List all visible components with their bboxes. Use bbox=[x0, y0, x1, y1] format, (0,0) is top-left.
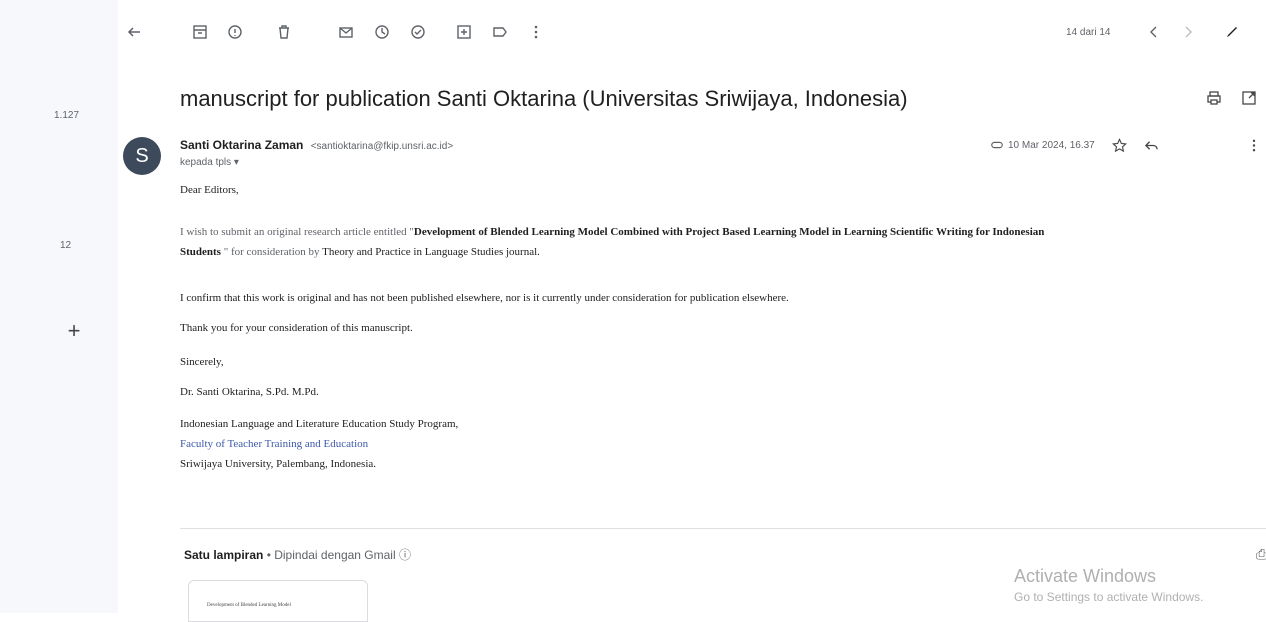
inbox-count: 1.127 bbox=[54, 110, 80, 121]
paragraph-3: Thank you for your consideration of this… bbox=[180, 322, 413, 334]
recipient-dropdown[interactable]: kepada tpls ▾ bbox=[180, 157, 239, 168]
attachment-scan-note: • Dipindai dengan Gmail ⓘ bbox=[263, 548, 411, 562]
pager-count: 14 dari 14 bbox=[1066, 27, 1111, 38]
star-icon[interactable] bbox=[1112, 138, 1127, 158]
sender-line: Santi Oktarina Zaman <santioktarina@fkip… bbox=[180, 138, 453, 152]
message-toolbar: 14 dari 14 bbox=[118, 18, 1266, 48]
paragraph-1-line-2: Students " for consideration by Theory a… bbox=[180, 246, 540, 258]
label-count: 12 bbox=[60, 240, 72, 251]
mark-unread-icon[interactable] bbox=[336, 22, 356, 42]
snooze-icon[interactable] bbox=[372, 22, 392, 42]
download-all-icon[interactable]: ⎙ bbox=[1256, 546, 1266, 563]
closing: Sincerely, bbox=[180, 356, 224, 368]
print-icon[interactable] bbox=[1206, 90, 1222, 111]
attachment-card[interactable]: Development of Blended Learning Model bbox=[188, 580, 368, 622]
paragraph-2: I confirm that this work is original and… bbox=[180, 292, 789, 304]
email-subject: manuscript for publication Santi Oktarin… bbox=[180, 86, 908, 111]
sender-email: <santioktarina@fkip.unsri.ac.id> bbox=[310, 141, 454, 152]
edit-icon[interactable] bbox=[1222, 22, 1242, 42]
signature-name: Dr. Santi Oktarina, S.Pd. M.Pd. bbox=[180, 386, 319, 398]
more-vert-icon[interactable] bbox=[526, 22, 546, 42]
avatar[interactable]: S bbox=[123, 137, 161, 175]
reply-icon[interactable] bbox=[1144, 138, 1159, 158]
p1-pre: I wish to submit an original research ar… bbox=[180, 226, 414, 238]
next-icon[interactable] bbox=[1178, 22, 1198, 42]
message-more-icon[interactable] bbox=[1250, 138, 1258, 158]
attachment-title: Satu lampiran bbox=[184, 548, 264, 562]
prev-icon[interactable] bbox=[1144, 22, 1164, 42]
report-spam-icon[interactable] bbox=[225, 22, 245, 42]
add-label-button[interactable]: + bbox=[63, 320, 85, 342]
message-date: 10 Mar 2024, 16.37 bbox=[1008, 140, 1095, 151]
greeting: Dear Editors, bbox=[180, 184, 239, 196]
back-arrow-icon[interactable] bbox=[124, 22, 144, 42]
archive-icon[interactable] bbox=[190, 22, 210, 42]
attachment-thumb-text: Development of Blended Learning Model bbox=[207, 603, 291, 608]
attachment-divider bbox=[180, 528, 1266, 529]
open-new-window-icon[interactable] bbox=[1241, 90, 1257, 111]
add-task-icon[interactable] bbox=[408, 22, 428, 42]
paragraph-1-line-1: I wish to submit an original research ar… bbox=[180, 226, 1044, 238]
left-rail: 1.127 12 + bbox=[0, 0, 118, 613]
p1-post-a: " for consideration by bbox=[223, 246, 320, 258]
delete-icon[interactable] bbox=[274, 22, 294, 42]
attachment-indicator-icon bbox=[990, 138, 1004, 157]
activate-windows-title: Activate Windows bbox=[1014, 566, 1157, 586]
signature-line-2: Faculty of Teacher Training and Educatio… bbox=[180, 438, 369, 450]
attachment-header: Satu lampiran • Dipindai dengan Gmail ⓘ bbox=[184, 546, 411, 563]
message-view: 14 dari 14 manuscript for publication Sa… bbox=[118, 0, 1266, 622]
journal-name: Theory and Practice in Language Studies … bbox=[322, 246, 540, 258]
article-title-b: Students bbox=[180, 246, 221, 258]
label-icon[interactable] bbox=[490, 22, 510, 42]
move-to-icon[interactable] bbox=[454, 22, 474, 42]
signature-line-3: Sriwijaya University, Palembang, Indones… bbox=[180, 458, 377, 470]
signature-line-1: Indonesian Language and Literature Educa… bbox=[180, 418, 459, 430]
article-title-a: Development of Blended Learning Model Co… bbox=[413, 226, 1045, 238]
sender-name[interactable]: Santi Oktarina Zaman bbox=[180, 138, 303, 152]
activate-windows-subtitle: Go to Settings to activate Windows. bbox=[1014, 590, 1204, 604]
